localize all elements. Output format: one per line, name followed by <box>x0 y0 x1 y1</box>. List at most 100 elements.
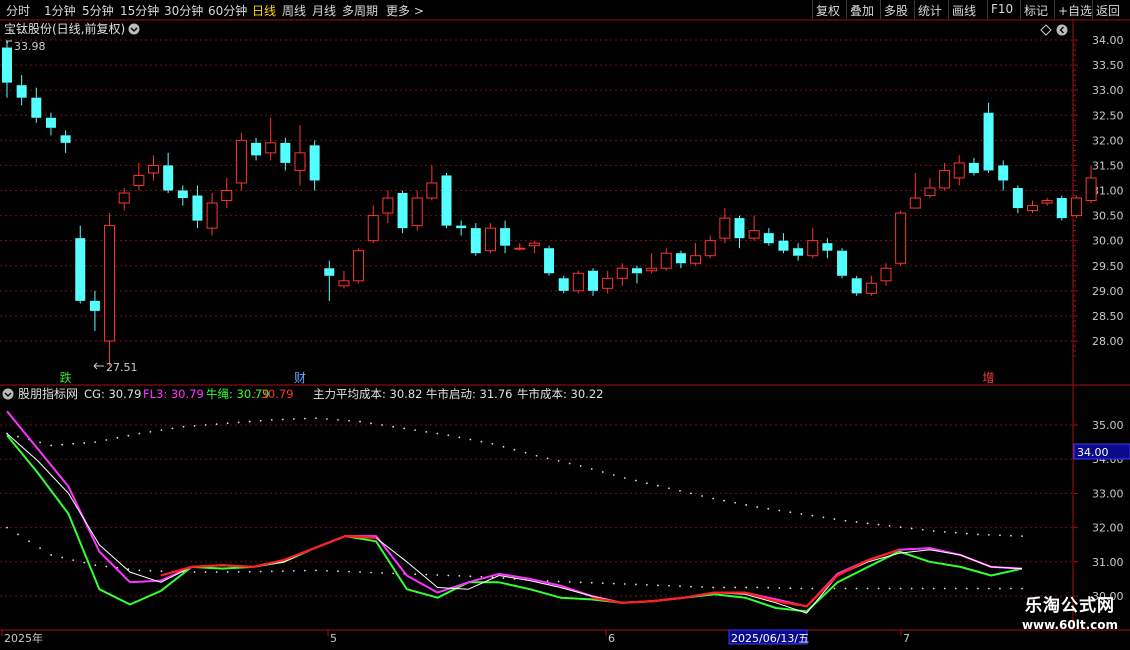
bull-start-dot <box>381 424 384 426</box>
indicator-dropdown-icon[interactable] <box>2 388 14 400</box>
bull-start-dot <box>623 477 626 479</box>
candle[interactable] <box>822 238 833 259</box>
candle[interactable] <box>514 243 526 251</box>
cursor-value-box: 34.00 <box>1073 443 1130 460</box>
candle[interactable] <box>1056 195 1067 221</box>
bull-cost-dot <box>579 581 582 584</box>
title-dropdown-icon[interactable] <box>128 23 140 35</box>
collapse-icon[interactable] <box>1056 24 1068 36</box>
candle-body <box>426 182 438 199</box>
candle[interactable] <box>75 225 86 304</box>
candle[interactable] <box>31 87 42 123</box>
indicator-legend: CG: 30.79 FL3: 30.79 牛绳: 30.79: 30.79 主力平均成… <box>84 387 603 401</box>
candle[interactable] <box>163 152 174 194</box>
candle[interactable] <box>719 208 731 244</box>
candle[interactable] <box>544 245 555 276</box>
candle[interactable] <box>324 260 335 301</box>
candle[interactable] <box>793 243 804 261</box>
candle[interactable] <box>411 190 423 231</box>
candle[interactable] <box>1012 185 1023 214</box>
candle-body <box>953 162 965 179</box>
candle[interactable] <box>807 228 819 259</box>
candle[interactable] <box>572 270 584 294</box>
candle[interactable] <box>470 223 481 256</box>
candle[interactable] <box>998 160 1009 191</box>
bull-start-dot <box>524 451 527 454</box>
bull-cost-dot <box>436 574 439 576</box>
candle[interactable] <box>1027 200 1038 214</box>
candle[interactable] <box>968 157 979 176</box>
candle[interactable] <box>206 193 218 236</box>
candle[interactable] <box>763 228 774 246</box>
candle[interactable] <box>895 210 907 266</box>
bull-start-dot <box>822 516 825 519</box>
candle[interactable] <box>631 265 642 284</box>
candle[interactable] <box>837 248 848 279</box>
candle[interactable] <box>118 187 130 211</box>
candle[interactable] <box>660 248 672 271</box>
candle[interactable] <box>602 270 614 294</box>
candle[interactable] <box>353 248 365 284</box>
candle[interactable] <box>646 253 658 274</box>
candle[interactable] <box>45 112 56 136</box>
diamond-icon[interactable] <box>1040 24 1052 36</box>
candle[interactable] <box>500 220 511 254</box>
candle[interactable] <box>397 190 408 234</box>
candle[interactable] <box>734 215 745 249</box>
candle-body <box>31 97 42 118</box>
event-markers[interactable]: 跌财增 <box>60 370 995 385</box>
candle[interactable] <box>16 75 27 106</box>
candle[interactable] <box>60 130 71 153</box>
candle[interactable] <box>382 190 394 224</box>
candle[interactable] <box>441 172 452 229</box>
candle[interactable] <box>1041 198 1053 206</box>
candle[interactable] <box>265 117 277 161</box>
candle[interactable] <box>2 41 12 98</box>
candle[interactable] <box>588 268 598 296</box>
candle[interactable] <box>851 275 862 296</box>
candle[interactable] <box>251 137 262 161</box>
chart-area[interactable]: 34.00 33.50 33.00 32.50 32.00 31.50 31.00 30.50… <box>0 0 1130 650</box>
candle[interactable] <box>235 132 247 191</box>
candle[interactable] <box>89 290 100 331</box>
candle[interactable] <box>1070 195 1082 219</box>
candle-body <box>572 272 584 292</box>
candle[interactable] <box>778 233 789 254</box>
candle[interactable] <box>426 165 438 201</box>
candle[interactable] <box>939 162 951 191</box>
bull-cost-dot <box>215 571 218 573</box>
candle-body <box>528 242 540 247</box>
candle[interactable] <box>983 102 994 173</box>
candle[interactable] <box>221 177 233 209</box>
candle[interactable] <box>924 177 936 199</box>
candle[interactable] <box>690 243 702 266</box>
candle-body <box>89 300 100 311</box>
candle[interactable] <box>704 235 716 259</box>
candle[interactable] <box>616 263 628 286</box>
candle[interactable] <box>367 205 379 244</box>
candle[interactable] <box>865 275 877 296</box>
candle[interactable] <box>148 155 159 181</box>
bull-start-dot <box>811 514 814 517</box>
candle[interactable] <box>558 275 569 294</box>
candle[interactable] <box>192 185 203 229</box>
candle[interactable] <box>456 220 467 236</box>
candle-body <box>690 255 702 264</box>
candle[interactable] <box>309 140 320 191</box>
candle[interactable] <box>484 223 496 254</box>
candle[interactable] <box>675 250 686 269</box>
bull-cost-dot <box>50 554 53 556</box>
bull-start-dot <box>943 530 946 533</box>
candle[interactable] <box>294 125 306 186</box>
bull-start-dot <box>579 465 582 467</box>
candle[interactable] <box>177 185 188 206</box>
candle[interactable] <box>104 213 116 366</box>
candle[interactable] <box>880 263 892 286</box>
candle[interactable] <box>953 155 965 186</box>
bull-cost-dot <box>778 587 781 589</box>
candle[interactable] <box>338 270 350 289</box>
low-price-annotation: 27.51 <box>93 361 138 374</box>
candle[interactable] <box>748 215 760 241</box>
candle[interactable] <box>133 162 145 191</box>
candle[interactable] <box>528 240 540 254</box>
